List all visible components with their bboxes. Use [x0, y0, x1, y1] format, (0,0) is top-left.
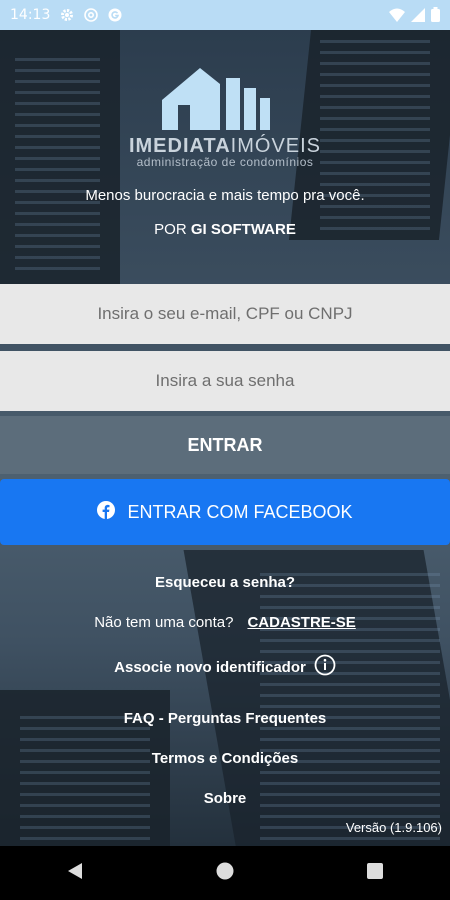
login-button-label: ENTRAR: [187, 434, 263, 455]
signup-link[interactable]: CADASTRE-SE: [247, 614, 355, 631]
about-link[interactable]: Sobre: [0, 790, 450, 807]
facebook-icon: [97, 500, 116, 524]
credit-prefix: POR: [154, 221, 187, 238]
password-field-container: [0, 350, 450, 412]
brand-name-light: IMÓVEIS: [230, 135, 322, 157]
signup-row: Não tem uma conta? CADASTRE-SE: [0, 614, 450, 631]
terms-link[interactable]: Termos e Condições: [0, 750, 450, 767]
brand-name-bold: IMEDIATA: [128, 135, 231, 157]
app-version: Versão (1.9.106): [345, 820, 442, 835]
gear-icon: [60, 8, 74, 22]
tagline: Menos burocracia e mais tempo pra você.: [85, 187, 365, 204]
credit-company: GI SOFTWARE: [190, 221, 296, 238]
wifi-icon: [389, 8, 405, 25]
email-field-container: [0, 283, 450, 345]
recents-icon[interactable]: [366, 862, 384, 885]
about-label: Sobre: [203, 790, 247, 807]
associate-label: Associe novo identificador: [114, 658, 306, 676]
faq-label: FAQ - Perguntas Frequentes: [123, 710, 327, 727]
brand-subtitle: administração de condomínios: [136, 155, 314, 169]
at-icon: [84, 8, 99, 22]
forgot-password-label: Esqueceu a senha?: [154, 574, 296, 591]
building-windows: [20, 710, 150, 840]
faq-link[interactable]: FAQ - Perguntas Frequentes: [0, 710, 450, 727]
battery-icon: [431, 7, 440, 25]
info-icon[interactable]: [314, 654, 336, 680]
email-field[interactable]: [0, 283, 450, 345]
terms-label: Termos e Condições: [151, 750, 299, 767]
home-icon[interactable]: [215, 861, 235, 886]
password-field[interactable]: [0, 350, 450, 412]
forgot-password-link[interactable]: Esqueceu a senha?: [0, 574, 450, 591]
facebook-login-button[interactable]: ENTRAR COM FACEBOOK: [0, 479, 450, 545]
associate-identifier-link[interactable]: Associe novo identificador: [0, 654, 450, 680]
developer-credit: POR GI SOFTWARE: [0, 221, 450, 238]
status-bar: 14:13: [0, 0, 450, 30]
back-icon[interactable]: [66, 861, 84, 886]
login-button[interactable]: ENTRAR: [0, 416, 450, 474]
navigation-bar: [0, 846, 450, 900]
g-icon: [108, 8, 122, 22]
no-account-text: Não tem uma conta?: [94, 614, 234, 631]
facebook-button-label: ENTRAR COM FACEBOOK: [127, 501, 353, 522]
status-time: 14:13: [10, 7, 51, 23]
signal-icon: [411, 7, 425, 25]
